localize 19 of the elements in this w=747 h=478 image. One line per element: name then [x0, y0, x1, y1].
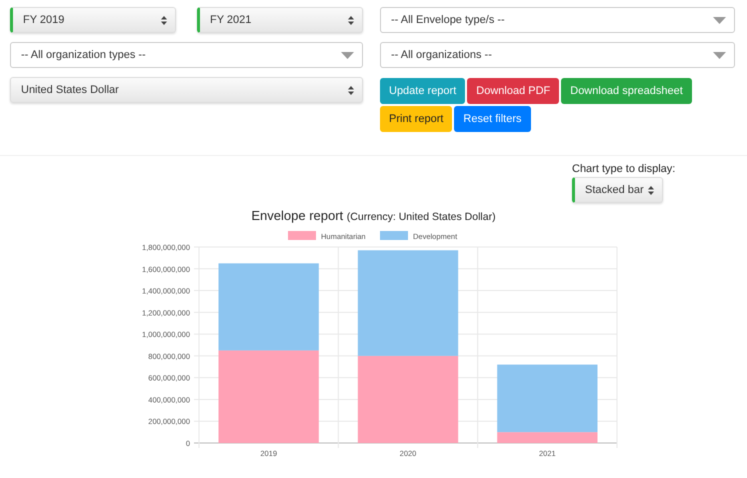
- select-field[interactable]: United States Dollar: [10, 77, 363, 103]
- caret-icon: [713, 52, 726, 58]
- up-down-arrow-icon: [348, 86, 354, 94]
- select-field[interactable]: FY 2021: [197, 7, 363, 33]
- action-button[interactable]: Reset filters: [454, 106, 530, 132]
- select-field[interactable]: FY 2019: [10, 7, 176, 33]
- select-field[interactable]: -- All organization types --: [10, 42, 363, 68]
- action-button[interactable]: Download PDF: [467, 78, 560, 104]
- select-field[interactable]: Stacked bar: [572, 177, 663, 203]
- chart-title: Envelope report (Currency: United States Dollar): [250, 208, 497, 223]
- action-button[interactable]: Print report: [380, 106, 452, 132]
- chart-type-label: Chart type to display:: [572, 163, 676, 175]
- up-down-arrow-icon: [348, 16, 354, 24]
- up-down-arrow-icon: [648, 186, 654, 194]
- select-field[interactable]: -- All Envelope type/s --: [380, 7, 735, 33]
- caret-icon: [713, 16, 726, 24]
- up-down-arrow-icon: [161, 16, 167, 24]
- caret-icon: [341, 52, 354, 58]
- select-field[interactable]: -- All organizations --: [380, 42, 735, 68]
